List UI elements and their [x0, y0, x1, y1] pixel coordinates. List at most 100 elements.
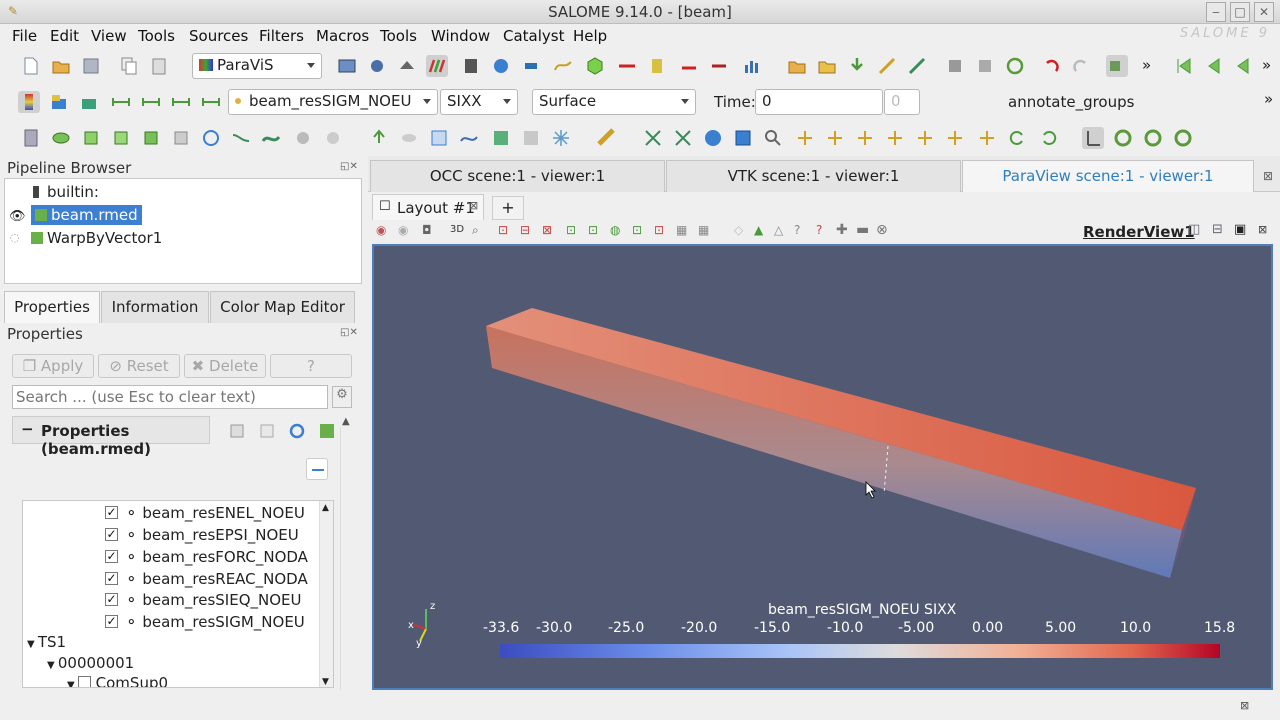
camera-redo-icon[interactable]: [974, 55, 996, 77]
close-button[interactable]: ✕: [1254, 2, 1274, 22]
gear-icon[interactable]: ⚙: [332, 386, 352, 408]
toggle-3d-button[interactable]: 3D: [450, 224, 464, 235]
group-datasets-icon[interactable]: [292, 127, 314, 149]
magnify-icon[interactable]: ⌕: [472, 223, 479, 238]
field-checkbox[interactable]: ✓: [105, 572, 118, 585]
color-by-selector[interactable]: beam_resSIGM_NOEU: [228, 89, 438, 115]
rotate-minus-90-icon[interactable]: [1038, 127, 1060, 149]
view-minus-z-icon[interactable]: [944, 127, 966, 149]
copy-properties-icon[interactable]: [226, 420, 248, 442]
menu-sources[interactable]: Sources: [189, 27, 248, 45]
zoom-in-icon[interactable]: ✚: [836, 222, 848, 238]
maximize-view-icon[interactable]: ▣: [1234, 222, 1246, 237]
magnify-icon[interactable]: [762, 127, 784, 149]
view-plus-y-icon[interactable]: [854, 127, 876, 149]
med-reader-icon[interactable]: [368, 127, 390, 149]
time-index-spinbox[interactable]: 0: [884, 89, 920, 115]
ruler-icon[interactable]: [596, 127, 618, 149]
search-input[interactable]: [12, 385, 328, 409]
layout-tab[interactable]: ☐ Layout #1 ⊠: [372, 194, 484, 220]
rescale-data-icon[interactable]: [140, 91, 162, 113]
camera-undo-icon[interactable]: [944, 55, 966, 77]
toolbar-more-3[interactable]: »: [1264, 90, 1273, 108]
pipeline-item-warpbyvector1[interactable]: WarpByVector1: [31, 229, 162, 247]
reset-camera-icon[interactable]: [642, 127, 664, 149]
menu-catalyst[interactable]: Catalyst: [503, 27, 564, 45]
dock-float-icon[interactable]: ◱✕: [340, 161, 358, 172]
geometry-module-icon[interactable]: [366, 55, 388, 77]
toolbar-more-2[interactable]: »: [1262, 56, 1271, 74]
ts-node[interactable]: ▼ TS1: [27, 633, 66, 651]
mesh-module-icon[interactable]: [336, 55, 358, 77]
select-block-icon[interactable]: ⊡: [566, 223, 576, 237]
menu-tools[interactable]: Tools: [138, 27, 175, 45]
help-button[interactable]: ?: [270, 354, 352, 378]
view-plus-x-icon[interactable]: [794, 127, 816, 149]
pipeline-item-builtin[interactable]: builtin:: [33, 183, 99, 201]
menu-help[interactable]: Help: [573, 27, 607, 45]
tab-properties[interactable]: Properties: [4, 291, 100, 323]
select-polygon-icon[interactable]: ⊡: [588, 223, 598, 237]
connect-icon[interactable]: [876, 55, 898, 77]
contour-icon[interactable]: [50, 127, 72, 149]
module-icon-13[interactable]: [708, 55, 730, 77]
view-minus-x-icon[interactable]: [824, 127, 846, 149]
eye-visible-icon[interactable]: 👁: [9, 209, 26, 224]
toolbar-more-1[interactable]: »: [1142, 56, 1151, 74]
edit-interactively-icon[interactable]: ▲: [754, 223, 763, 237]
field-checkbox[interactable]: ✓: [105, 506, 118, 519]
field-checkbox[interactable]: ✓: [105, 593, 118, 606]
zoom-closest-icon[interactable]: [702, 127, 724, 149]
module-icon-11[interactable]: [646, 55, 668, 77]
view-plus-z-icon[interactable]: [914, 127, 936, 149]
reset-button[interactable]: ⊘ Reset: [98, 354, 180, 378]
center-axes-icon[interactable]: [1082, 127, 1104, 149]
reload-icon[interactable]: [286, 420, 308, 442]
toggle-colorbar-icon[interactable]: [18, 91, 40, 113]
previous-frame-icon[interactable]: [1202, 55, 1224, 77]
reset-center-icon[interactable]: [1142, 127, 1164, 149]
comsup-node[interactable]: ▼ ComSup0: [67, 674, 168, 687]
dock-float-icon[interactable]: ◱✕: [340, 327, 358, 338]
annotate-groups-label[interactable]: annotate_groups: [1008, 93, 1134, 111]
refresh-fields-icon[interactable]: [306, 458, 328, 480]
paste-icon[interactable]: [148, 55, 170, 77]
field-checkbox[interactable]: ✓: [105, 615, 118, 628]
reset-session-icon[interactable]: [1004, 55, 1026, 77]
split-horizontal-icon[interactable]: ◫: [1188, 222, 1200, 237]
zoom-to-data-icon[interactable]: [672, 127, 694, 149]
zoom-box-icon[interactable]: [732, 127, 754, 149]
module-selector[interactable]: ParaViS: [192, 53, 322, 79]
edit-colormap-icon[interactable]: [48, 91, 70, 113]
calculator-icon[interactable]: [20, 127, 42, 149]
hover-points-icon[interactable]: ⊡: [632, 223, 642, 237]
rescale-range-icon[interactable]: [110, 91, 132, 113]
menu-window[interactable]: Window: [431, 27, 490, 45]
tab-paraview-scene[interactable]: ParaView scene:1 - viewer:1: [962, 160, 1254, 192]
clear-selection-icon[interactable]: ⊗: [876, 222, 888, 238]
find-data-icon[interactable]: ?: [816, 223, 822, 237]
status-close-icon[interactable]: ⊠: [1240, 699, 1249, 712]
threshold-icon[interactable]: [140, 127, 162, 149]
tab-color-map-editor[interactable]: Color Map Editor: [210, 291, 355, 323]
comsup-checkbox[interactable]: [77, 676, 91, 687]
snowflake-icon[interactable]: [550, 127, 572, 149]
paste-properties-icon[interactable]: [256, 420, 278, 442]
tab-information[interactable]: Information: [101, 291, 209, 323]
paravis-module-icon[interactable]: [426, 55, 448, 77]
close-view-icon[interactable]: ⊠: [1263, 169, 1273, 183]
undo-icon[interactable]: [1040, 55, 1062, 77]
fields-module-icon[interactable]: [396, 55, 418, 77]
field-checkbox[interactable]: ✓: [105, 550, 118, 563]
view-minus-y-icon[interactable]: [884, 127, 906, 149]
fields-scrollbar[interactable]: ▲ ▼: [319, 501, 333, 687]
scroll-up-icon[interactable]: ▲: [322, 503, 329, 513]
select-points-icon[interactable]: ⊟: [520, 223, 530, 237]
menu-filters[interactable]: Filters: [259, 27, 304, 45]
module-icon-10[interactable]: [616, 55, 638, 77]
glyph-icon[interactable]: [200, 127, 222, 149]
redo-camera-icon[interactable]: ◉: [398, 223, 408, 237]
tab-occ-scene[interactable]: OCC scene:1 - viewer:1: [370, 160, 665, 192]
elga-field-icon[interactable]: [520, 127, 542, 149]
menu-view[interactable]: View: [91, 27, 127, 45]
